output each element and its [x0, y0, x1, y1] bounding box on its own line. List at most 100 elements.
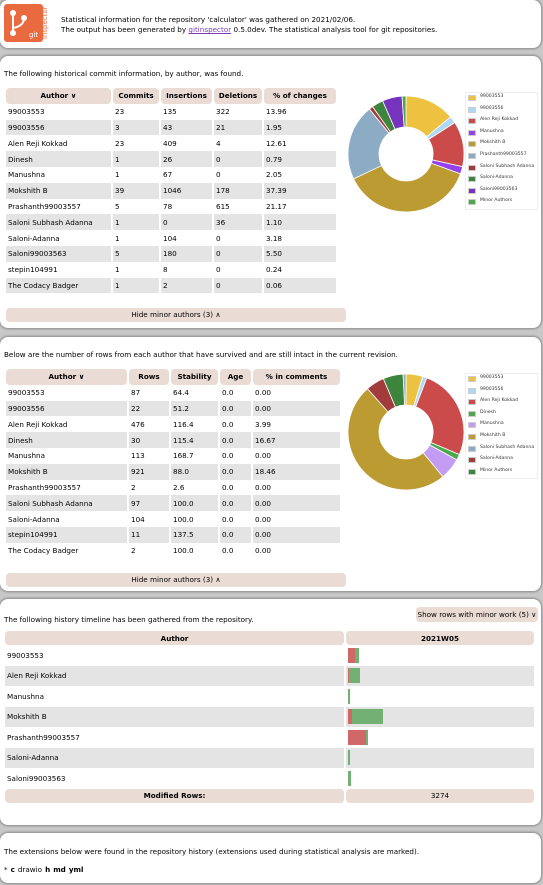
legend-item: 99003556	[466, 386, 537, 398]
insertions-bar	[348, 770, 351, 786]
cell-changes: 13.96	[264, 103, 336, 120]
cell-changes: 1.10	[264, 214, 336, 231]
cell-rows: 921	[129, 463, 169, 480]
cell-comments: 3.99	[253, 416, 340, 433]
cell-age: 0.0	[220, 447, 251, 464]
cell-author: stepin104991	[6, 261, 111, 278]
extensions-intro: The extensions below were found in the r…	[4, 847, 420, 856]
cell-author: Alen Reji Kokkad	[6, 135, 111, 152]
legend-swatch	[468, 164, 476, 171]
cell-changes: 37.39	[264, 182, 336, 199]
col-author[interactable]: Author ∨	[6, 88, 111, 104]
cell-author: Alen Reji Kokkad	[6, 416, 127, 433]
cell-age: 0.0	[220, 479, 251, 496]
cell-stability: 51.2	[171, 400, 218, 417]
legend-label: Saloni Subhash Adanna	[480, 444, 535, 450]
cell-age: 0.0	[220, 400, 251, 417]
extension-item: h	[45, 865, 51, 874]
timeline-row: Saloni99003563	[5, 768, 534, 789]
insertions-bar	[366, 729, 368, 745]
cell-changes: 3.18	[264, 230, 336, 246]
hide-minor-authors-button[interactable]: Hide minor authors (3) ∧	[6, 308, 346, 322]
col-author[interactable]: Author ∨	[6, 369, 127, 385]
cell-insertions: 180	[161, 245, 212, 262]
cell-deletions: 0	[214, 230, 262, 246]
commits-legend: 99003553 99003556 Alen Reji Kokkad Manushna…	[465, 92, 538, 210]
blame-legend: 99003553 99003556 Alen Reji Kokkad Dinesh Ma…	[465, 373, 538, 480]
cell-activity	[346, 768, 534, 789]
cell-deletions: 36	[214, 214, 262, 231]
col-changes[interactable]: % of changes	[264, 88, 336, 104]
cell-insertions: 26	[161, 151, 212, 167]
legend-swatch	[468, 387, 476, 394]
table-row: Saloni Subhash Adanna 97 100.0 0.0 0.00	[6, 495, 340, 512]
col-stability[interactable]: Stability	[171, 369, 218, 385]
cell-commits: 5	[113, 198, 159, 215]
col-deletions[interactable]: Deletions	[214, 88, 262, 104]
cell-insertions: 1046	[161, 182, 212, 199]
table-row: 99003553 87 64.4 0.0 0.00	[6, 384, 340, 401]
col-rows[interactable]: Rows	[129, 369, 169, 385]
legend-item: Manushna	[466, 420, 537, 432]
timeline-table: Author 2021W05 99003553 Alen Reji Kokkad M…	[3, 631, 536, 803]
cell-author: Saloni99003563	[6, 245, 111, 262]
cell-rows: 113	[129, 447, 169, 464]
col-commits[interactable]: Commits	[113, 88, 159, 104]
gitinspector-link[interactable]: gitinspector	[188, 25, 231, 34]
col-age[interactable]: Age	[220, 369, 251, 385]
cell-rows: 2	[129, 542, 169, 559]
cell-author: 99003553	[6, 103, 111, 120]
cell-deletions: 322	[214, 103, 262, 120]
cell-commits: 1	[113, 261, 159, 278]
timeline-intro: The following history timeline has been …	[4, 615, 254, 624]
deletions-bar	[348, 729, 366, 745]
hide-minor-authors-button[interactable]: Hide minor authors (3) ∧	[6, 573, 346, 587]
legend-item: Alen Reji Kokkad	[466, 397, 537, 409]
legend-swatch	[468, 187, 476, 194]
cell-author: The Codacy Badger	[6, 542, 127, 559]
table-row: stepin104991 11 137.5 0.0 0.00	[6, 526, 340, 543]
cell-age: 0.0	[220, 526, 251, 543]
cell-age: 0.0	[220, 542, 251, 559]
cell-activity	[346, 727, 534, 748]
legend-item: Saloni Subhash Adanna	[466, 444, 537, 456]
cell-author: Mokshith B	[6, 182, 111, 199]
col-comments[interactable]: % in comments	[253, 369, 340, 385]
modified-rows-value: 3274	[346, 788, 534, 803]
table-row: The Codacy Badger 1 2 0 0.06	[6, 277, 336, 294]
cell-comments: 0.00	[253, 479, 340, 496]
col-insertions[interactable]: Insertions	[161, 88, 212, 104]
cell-stability: 168.7	[171, 447, 218, 464]
legend-label: Alen Reji Kokkad	[480, 398, 519, 404]
legend-item: Minor Authors	[466, 467, 537, 479]
cell-author: Dinesh	[6, 432, 127, 448]
legend-swatch	[468, 422, 476, 429]
cell-comments: 0.00	[253, 511, 340, 527]
cell-activity	[346, 747, 534, 768]
cell-author: Manushna	[6, 166, 111, 183]
legend-label: Alen Reji Kokkad	[480, 117, 519, 123]
legend-swatch	[468, 199, 476, 206]
timeline-row: 99003553	[5, 645, 534, 666]
table-row: Dinesh 30 115.4 0.0 16.67	[6, 432, 340, 448]
blame-pie-chart	[347, 373, 465, 491]
cell-deletions: 21	[214, 119, 262, 136]
cell-deletions: 178	[214, 182, 262, 199]
cell-activity	[346, 706, 534, 727]
legend-item: 99003556	[466, 105, 537, 117]
legend-swatch	[468, 141, 476, 148]
cell-deletions: 0	[214, 245, 262, 262]
cell-changes: 5.50	[264, 245, 336, 262]
cell-changes: 1.95	[264, 119, 336, 136]
cell-author: Manushna	[5, 686, 344, 707]
legend-item: Prashanth99003557	[466, 151, 537, 163]
show-minor-work-button[interactable]: Show rows with minor work (5) ∨	[416, 607, 538, 622]
table-row: 99003553 23 135 322 13.96	[6, 103, 336, 120]
cell-insertions: 78	[161, 198, 212, 215]
cell-rows: 476	[129, 416, 169, 433]
commits-table: Author ∨ Commits Insertions Deletions % …	[4, 88, 338, 294]
legend-item: Saloni-Adanna	[466, 174, 537, 186]
cell-stability: 2.6	[171, 479, 218, 496]
legend-item: Saloni99003563	[466, 186, 537, 198]
cell-insertions: 8	[161, 261, 212, 278]
